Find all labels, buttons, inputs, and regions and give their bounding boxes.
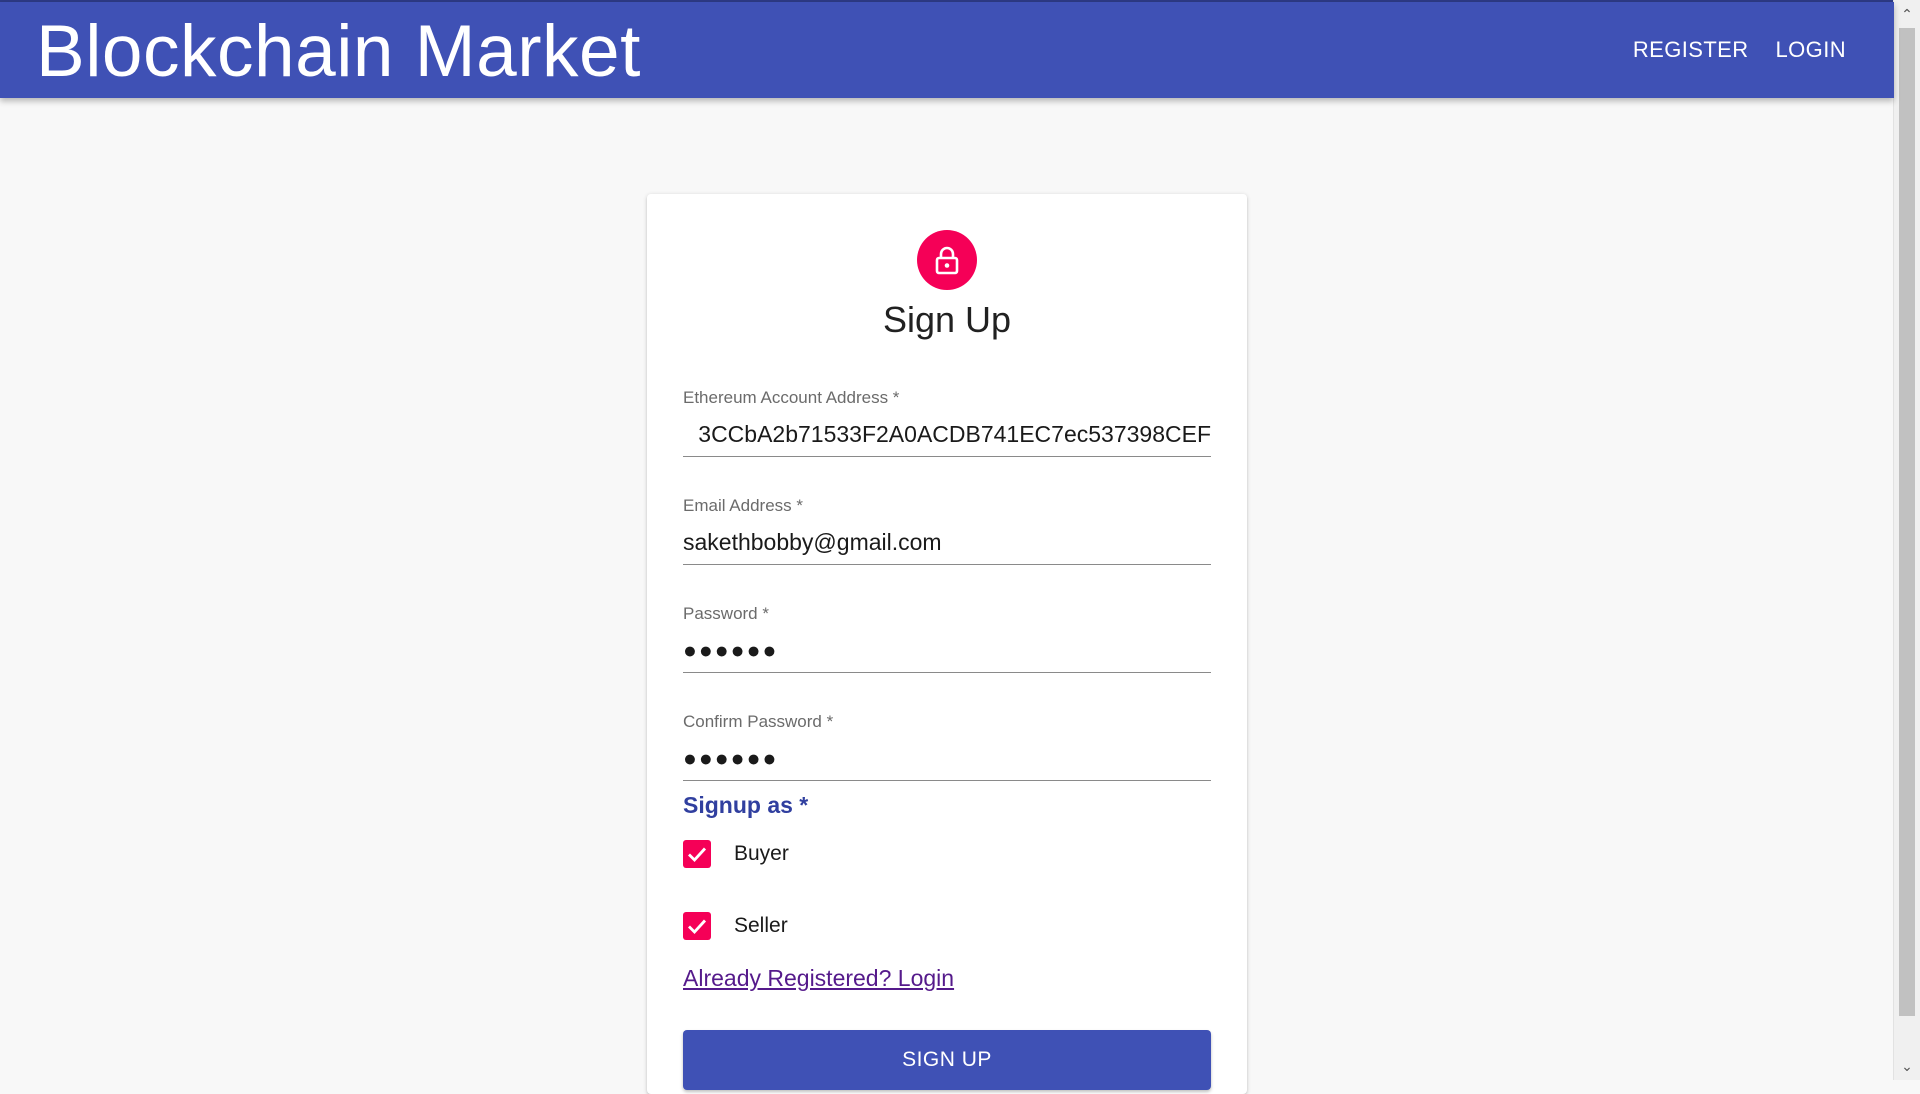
password-underline bbox=[683, 672, 1211, 673]
seller-option[interactable]: Seller bbox=[683, 906, 788, 946]
page-title: Sign Up bbox=[882, 299, 1012, 340]
eth-address-field: Ethereum Account Address * 3CCbA2b71533F… bbox=[683, 388, 1211, 468]
eth-address-label: Ethereum Account Address * bbox=[683, 388, 900, 407]
app-bar: Blockchain Market REGISTER LOGIN bbox=[0, 2, 1894, 98]
signup-as-label: Signup as * bbox=[683, 792, 809, 818]
scrollbar-thumb[interactable] bbox=[1899, 28, 1915, 1016]
email-underline bbox=[683, 564, 1211, 565]
confirm-password-underline bbox=[683, 780, 1211, 781]
lock-avatar bbox=[917, 230, 977, 290]
vertical-scrollbar[interactable]: ⌃ ⌄ bbox=[1893, 0, 1920, 1080]
eth-address-underline bbox=[683, 456, 1211, 457]
confirm-password-label: Confirm Password * bbox=[683, 712, 834, 731]
app-title: Blockchain Market bbox=[36, 11, 641, 92]
email-field: Email Address * sakethbobby@gmail.com bbox=[683, 496, 1211, 576]
email-input[interactable]: sakethbobby@gmail.com bbox=[683, 524, 1211, 560]
seller-label: Seller bbox=[734, 914, 788, 937]
checkmark-icon bbox=[688, 847, 707, 863]
password-field: Password * ●●●●●● bbox=[683, 604, 1211, 684]
checkmark-icon bbox=[688, 919, 707, 935]
scroll-up-arrow-icon[interactable]: ⌃ bbox=[1894, 2, 1920, 26]
confirm-password-field: Confirm Password * ●●●●●● bbox=[683, 712, 1211, 792]
password-input[interactable]: ●●●●●● bbox=[683, 632, 1211, 668]
lock-icon bbox=[935, 246, 959, 275]
buyer-checkbox[interactable] bbox=[683, 840, 711, 868]
confirm-password-input[interactable]: ●●●●●● bbox=[683, 740, 1211, 776]
seller-checkbox[interactable] bbox=[683, 912, 711, 940]
eth-address-input[interactable]: 3CCbA2b71533F2A0ACDB741EC7ec537398CEF bbox=[683, 416, 1211, 452]
top-nav: REGISTER LOGIN bbox=[1633, 2, 1846, 98]
buyer-option[interactable]: Buyer bbox=[683, 834, 789, 874]
login-nav-button[interactable]: LOGIN bbox=[1776, 31, 1846, 69]
scroll-down-arrow-icon[interactable]: ⌄ bbox=[1894, 1054, 1920, 1078]
signup-card: Sign Up Ethereum Account Address * 3CCbA… bbox=[647, 194, 1247, 1094]
sign-up-button[interactable]: SIGN UP bbox=[683, 1030, 1211, 1090]
already-registered-login-link[interactable]: Already Registered? Login bbox=[683, 965, 954, 992]
buyer-label: Buyer bbox=[734, 842, 789, 865]
register-nav-button[interactable]: REGISTER bbox=[1633, 31, 1749, 69]
password-label: Password * bbox=[683, 604, 769, 623]
email-label: Email Address * bbox=[683, 496, 803, 515]
